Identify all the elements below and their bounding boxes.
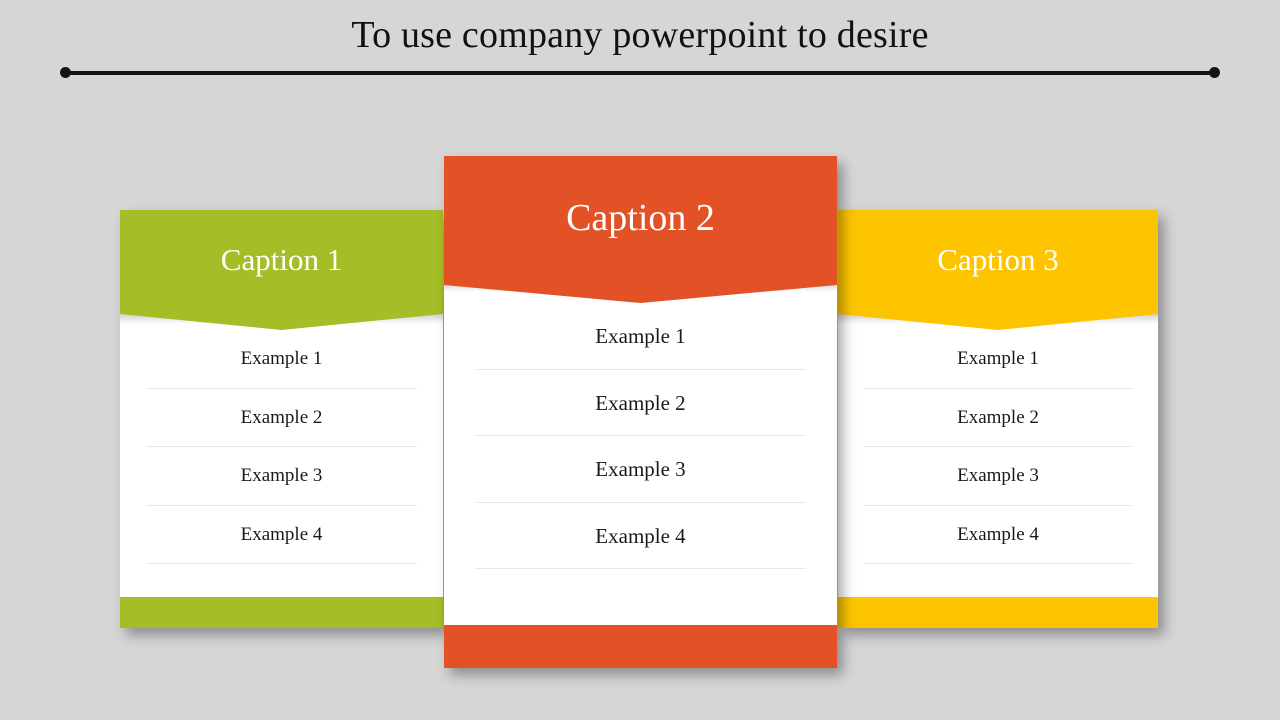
list-item-label: Example 2: [240, 406, 323, 428]
list-item[interactable]: Example 2: [838, 389, 1158, 447]
card-header-banner: Caption 3: [838, 210, 1158, 330]
row-divider: [863, 563, 1133, 564]
card-caption-label: Caption 1: [220, 242, 343, 277]
rule-endpoint-dot-right: [1209, 67, 1220, 78]
rule-line: [65, 71, 1215, 75]
card-caption-label: Caption 3: [937, 242, 1059, 277]
card-row-list: Example 1 Example 2 Example 3 Example 4: [838, 330, 1158, 597]
card-caption-1[interactable]: Example 1 Example 2 Example 3 Example 4 …: [120, 210, 443, 628]
card-footer-bar: [120, 597, 443, 628]
list-item-label: Example 4: [595, 523, 686, 548]
list-item-label: Example 1: [595, 324, 686, 348]
card-header-banner: Caption 1: [120, 210, 443, 330]
card-caption-label: Caption 2: [566, 197, 715, 239]
card-caption-3[interactable]: Example 1 Example 2 Example 3 Example 4 …: [838, 210, 1158, 628]
card-row-list: Example 1 Example 2 Example 3 Example 4: [444, 303, 837, 625]
list-item-label: Example 3: [595, 457, 686, 481]
title-divider-rule: [60, 67, 1220, 78]
list-item[interactable]: Example 1: [838, 330, 1158, 389]
page-title: To use company powerpoint to desire: [351, 14, 929, 56]
row-divider: [145, 563, 418, 564]
card-row-list: Example 1 Example 2 Example 3 Example 4: [120, 330, 443, 597]
list-item[interactable]: Example 1: [120, 330, 443, 389]
list-item-label: Example 2: [957, 406, 1039, 428]
list-item[interactable]: Example 4: [838, 506, 1158, 564]
list-item-label: Example 1: [240, 348, 323, 369]
card-header-banner: Caption 2: [444, 156, 837, 303]
card-caption-2[interactable]: Example 1 Example 2 Example 3 Example 4 …: [444, 156, 837, 668]
list-item[interactable]: Example 3: [838, 447, 1158, 506]
card-footer-bar: [444, 625, 837, 668]
list-item[interactable]: Example 3: [120, 447, 443, 506]
list-item-label: Example 1: [957, 348, 1039, 369]
list-item-label: Example 3: [957, 465, 1039, 486]
row-divider: [475, 568, 806, 569]
title-block: To use company powerpoint to desire: [0, 0, 1280, 110]
list-item[interactable]: Example 2: [120, 389, 443, 447]
list-item[interactable]: Example 4: [120, 506, 443, 564]
list-item-label: Example 4: [957, 523, 1039, 545]
list-item[interactable]: Example 3: [444, 436, 837, 503]
list-item-label: Example 3: [240, 465, 323, 486]
list-item[interactable]: Example 4: [444, 503, 837, 569]
list-item-label: Example 4: [240, 523, 323, 545]
list-item[interactable]: Example 2: [444, 370, 837, 436]
list-item[interactable]: Example 1: [444, 303, 837, 370]
card-footer-bar: [838, 597, 1158, 628]
list-item-label: Example 2: [595, 390, 686, 415]
